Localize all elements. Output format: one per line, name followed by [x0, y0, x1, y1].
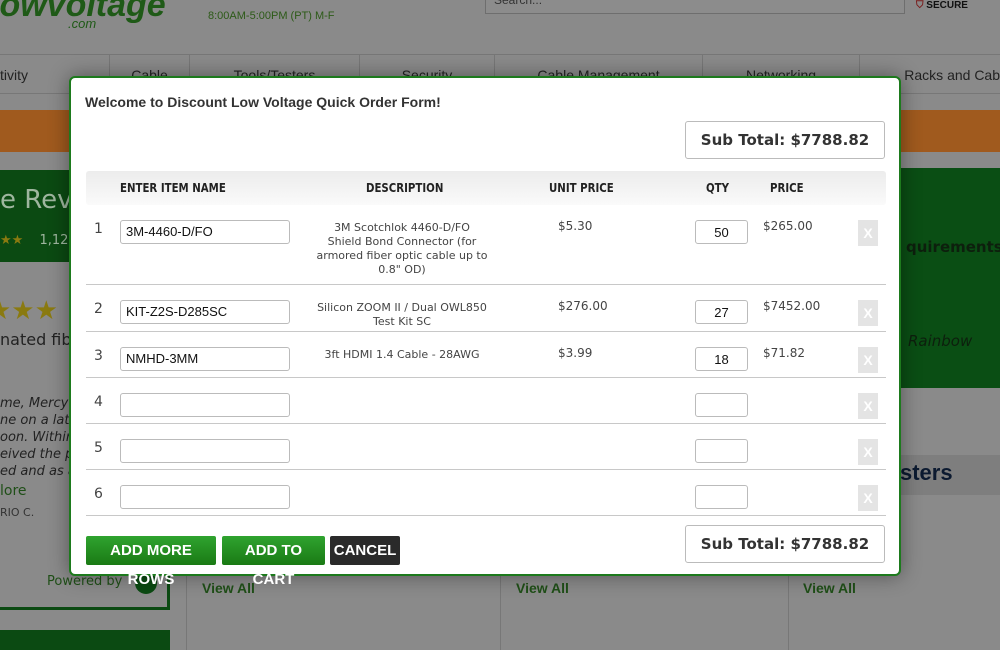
qty-input[interactable]: 27 [695, 300, 748, 324]
modal-title: Welcome to Discount Low Voltage Quick Or… [85, 94, 441, 110]
remove-row-button[interactable]: X [858, 220, 878, 246]
header-unit-price: UNIT PRICE [549, 181, 614, 195]
item-name-input[interactable] [120, 393, 290, 417]
line-price: $265.00 [763, 219, 813, 233]
secure-label: SECURE [926, 0, 968, 11]
row-number: 2 [94, 301, 103, 317]
item-name-input[interactable]: KIT-Z2S-D285SC [120, 300, 290, 324]
header-qty: QTY [706, 181, 730, 195]
remove-row-button[interactable]: X [858, 485, 878, 511]
item-name-input[interactable] [120, 439, 290, 463]
review-count: 1,12 [39, 233, 69, 248]
category-heading: sters [900, 455, 1000, 495]
header-price: PRICE [770, 181, 804, 195]
star-rating-icon: ★★★ [0, 296, 58, 326]
review-text: me, Mercy ne on a late oon. Within eived… [0, 395, 77, 480]
row-number: 4 [94, 394, 103, 410]
table-row: 2 KIT-Z2S-D285SC Silicon ZOOM II / Dual … [86, 285, 886, 332]
review-line: me, Mercy [0, 396, 69, 411]
row-number: 5 [94, 440, 103, 456]
table-row: 1 3M-4460-D/FO 3M Scotchlok 4460-D/FO Sh… [86, 205, 886, 285]
table-row: 4 X [86, 378, 886, 424]
remove-row-button[interactable]: X [858, 393, 878, 419]
row-number: 6 [94, 486, 103, 502]
item-description: 3M Scotchlok 4460-D/FO Shield Bond Conne… [316, 221, 488, 276]
subtotal-bottom: Sub Total: $7788.82 [685, 525, 885, 563]
line-price: $71.82 [763, 346, 805, 360]
remove-row-button[interactable]: X [858, 300, 878, 326]
item-name-input[interactable] [120, 485, 290, 509]
header-description: DESCRIPTION [366, 181, 444, 195]
logo-domain: .com [68, 16, 97, 31]
line-price: $7452.00 [763, 299, 821, 313]
subtotal-top: Sub Total: $7788.82 [685, 121, 885, 159]
unit-price: $276.00 [558, 299, 608, 313]
header-item: ENTER ITEM NAME [120, 181, 226, 195]
table-row: 6 X [86, 470, 886, 516]
qty-input[interactable] [695, 485, 748, 509]
table-row: 5 X [86, 424, 886, 470]
item-name-input[interactable]: NMHD-3MM [120, 347, 290, 371]
row-number: 3 [94, 348, 103, 364]
item-description: 3ft HDMI 1.4 Cable - 28AWG [324, 348, 480, 361]
qty-input[interactable] [695, 439, 748, 463]
reviews-heading: e Revie [0, 185, 70, 215]
unit-price: $5.30 [558, 219, 593, 233]
secure-badge: ⛉ SECURE [916, 0, 968, 12]
review-line: eived the p [0, 447, 74, 462]
column-divider [788, 575, 789, 650]
qty-input[interactable]: 50 [695, 220, 748, 244]
cancel-button[interactable]: CANCEL [330, 536, 400, 565]
view-all-link[interactable]: View All [516, 580, 569, 596]
column-divider [500, 575, 501, 650]
qty-input[interactable]: 18 [695, 347, 748, 371]
search-input[interactable]: Search... [485, 0, 905, 14]
view-all-link[interactable]: View All [803, 580, 856, 596]
table-row: 3 NMHD-3MM 3ft HDMI 1.4 Cable - 28AWG $3… [86, 332, 886, 378]
remove-row-button[interactable]: X [858, 439, 878, 465]
item-description: Silicon ZOOM II / Dual OWL850 Test Kit S… [317, 301, 487, 328]
add-more-rows-button[interactable]: ADD MORE ROWS [86, 536, 216, 588]
row-number: 1 [94, 221, 103, 237]
table-header: ENTER ITEM NAME DESCRIPTION UNIT PRICE Q… [86, 171, 886, 205]
promo-text: Rainbow [908, 332, 973, 350]
shield-icon: ⛉ [916, 0, 924, 11]
business-hours: 8:00AM-5:00PM (PT) M-F [208, 10, 335, 22]
promo-heading: quirements [906, 238, 1000, 256]
column-divider [186, 575, 187, 650]
review-line: ne on a late [0, 413, 78, 428]
qty-input[interactable] [695, 393, 748, 417]
quick-order-modal: Welcome to Discount Low Voltage Quick Or… [69, 76, 901, 588]
remove-row-button[interactable]: X [858, 347, 878, 373]
reviews-panel: e Revie ★★ 1,12 [0, 170, 70, 262]
unit-price: $3.99 [558, 346, 593, 360]
promo-panel-right: quirements Rainbow [900, 168, 1000, 388]
green-panel [0, 630, 170, 650]
star-rating-icon: ★★ [0, 233, 24, 248]
item-name-input[interactable]: 3M-4460-D/FO [120, 220, 290, 244]
review-line: oon. Within [0, 430, 75, 445]
add-to-cart-button[interactable]: ADD TO CART [222, 536, 325, 588]
review-line: ed and as a [0, 464, 76, 479]
view-all-link[interactable]: View All [202, 580, 255, 596]
